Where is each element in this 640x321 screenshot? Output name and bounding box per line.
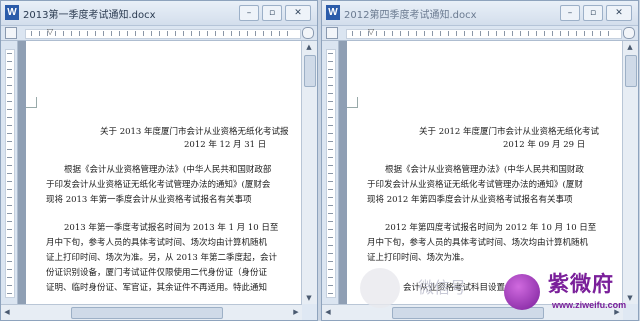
tab-selector-icon[interactable] <box>5 27 17 39</box>
scroll-left-icon[interactable]: ◀ <box>322 306 334 318</box>
scroll-thumb[interactable] <box>71 307 223 319</box>
left-title-bar[interactable]: W 2013第一季度考试通知.docx – ▫ ✕ <box>1 1 317 26</box>
doc-line: 份证识别设备，厦门考试证件仅限使用二代身份证（身份证 <box>46 268 268 278</box>
logo-brand-text: 紫微府 <box>548 272 614 296</box>
scroll-right-icon[interactable]: ▶ <box>290 306 302 318</box>
scroll-up-icon[interactable]: ▲ <box>624 41 636 53</box>
doc-line: 根据《会计从业资格管理办法》(中华人民共和国财政部 <box>64 165 272 175</box>
restore-button[interactable]: ▫ <box>583 5 603 21</box>
scroll-thumb[interactable] <box>304 55 316 87</box>
word-app-icon: W <box>5 5 19 20</box>
doc-line: 2013 年第一季度考试报名时间为 2013 年 1 月 10 日至 <box>64 223 279 233</box>
right-document-area[interactable]: 关于 2012 年度厦门市会计从业资格无纸化考试 2012 年 09 月 29 … <box>339 41 623 304</box>
view-ruler-icon[interactable] <box>623 27 635 39</box>
doc-line: 现将 2012 年第四季度会计从业资格考试报名有关事项 <box>367 195 573 205</box>
doc-line: 证明、临时身份证、军官证，其余证件不再适用。特此通知 <box>46 283 268 293</box>
view-ruler-icon[interactable] <box>302 27 314 39</box>
doc-date: 2012 年 09 月 29 日 <box>503 140 586 150</box>
indent-marker-icon[interactable]: ▽ <box>47 27 53 36</box>
word-app-icon: W <box>326 5 340 20</box>
left-vertical-ruler <box>1 41 18 304</box>
minimize-button[interactable]: – <box>239 5 259 21</box>
scroll-thumb[interactable] <box>625 55 637 87</box>
doc-line: 现将 2013 年第一季度会计从业资格考试报名有关事项 <box>46 195 252 205</box>
doc-line: 2012 年第四度考试报名时间为 2012 年 10 月 10 日至 <box>385 223 597 233</box>
watermark-text: 微信号 <box>418 278 467 297</box>
doc-date: 2012 年 12 月 31 日 <box>184 140 267 150</box>
left-horizontal-ruler[interactable]: ▽ <box>1 26 317 41</box>
doc-line: 证上打印时间、场次为准。另，从 2013 年第二季度起，会计 <box>46 253 278 263</box>
left-document-area[interactable]: 关于 2013 年度厦门市会计从业资格无纸化考试报 2012 年 12 月 31… <box>18 41 302 304</box>
tab-selector-icon[interactable] <box>326 27 338 39</box>
doc-title: 关于 2012 年度厦门市会计从业资格无纸化考试 <box>419 127 600 137</box>
scroll-up-icon[interactable]: ▲ <box>303 41 315 53</box>
doc-line: 于印发会计从业资格证无纸化考试管理办法的通知》(厦财会 <box>46 180 271 190</box>
right-window-title: 2012第四季度考试通知.docx <box>344 10 477 21</box>
logo-url-text: www.ziweifu.com <box>552 300 627 310</box>
scroll-left-icon[interactable]: ◀ <box>1 306 13 318</box>
restore-button[interactable]: ▫ <box>262 5 282 21</box>
right-horizontal-ruler[interactable]: ▽ <box>322 26 638 41</box>
left-window-title: 2013第一季度考试通知.docx <box>23 10 156 21</box>
doc-line: 月中下旬，参考人员的具体考试时间、场次均由计算机随机 <box>367 238 589 248</box>
close-button[interactable]: ✕ <box>285 5 311 21</box>
doc-line: 于印发会计从业资格证无纸化考试管理办法的通知》(厦财 <box>367 180 583 190</box>
doc-line: 根据《会计从业资格管理办法》(中华人民共和国财政 <box>385 165 584 175</box>
indent-marker-icon[interactable]: ▽ <box>368 27 374 36</box>
left-page[interactable]: 关于 2013 年度厦门市会计从业资格无纸化考试报 2012 年 12 月 31… <box>26 41 302 304</box>
right-page[interactable]: 关于 2012 年度厦门市会计从业资格无纸化考试 2012 年 09 月 29 … <box>347 41 623 304</box>
right-vertical-ruler <box>322 41 339 304</box>
wechat-watermark-icon <box>360 268 400 308</box>
scroll-down-icon[interactable]: ▼ <box>303 292 315 304</box>
close-button[interactable]: ✕ <box>606 5 632 21</box>
right-vertical-scrollbar[interactable]: ▲ ▼ <box>622 41 638 304</box>
left-document-window: W 2013第一季度考试通知.docx – ▫ ✕ ▽ 关于 2013 年度厦门… <box>0 0 318 321</box>
left-horizontal-scrollbar[interactable]: ◀ ▶ <box>1 304 302 320</box>
doc-line: 月中下旬，参考人员的具体考试时间、场次均由计算机随机 <box>46 238 268 248</box>
minimize-button[interactable]: – <box>560 5 580 21</box>
right-title-bar[interactable]: W 2012第四季度考试通知.docx – ▫ ✕ <box>322 1 638 26</box>
left-vertical-scrollbar[interactable]: ▲ ▼ <box>301 41 317 304</box>
site-logo: 紫微府 www.ziweifu.com <box>500 266 640 321</box>
doc-line: 证上打印时间、场次为准。 <box>367 253 470 263</box>
logo-emblem-icon <box>504 274 540 310</box>
doc-title: 关于 2013 年度厦门市会计从业资格无纸化考试报 <box>100 127 289 137</box>
